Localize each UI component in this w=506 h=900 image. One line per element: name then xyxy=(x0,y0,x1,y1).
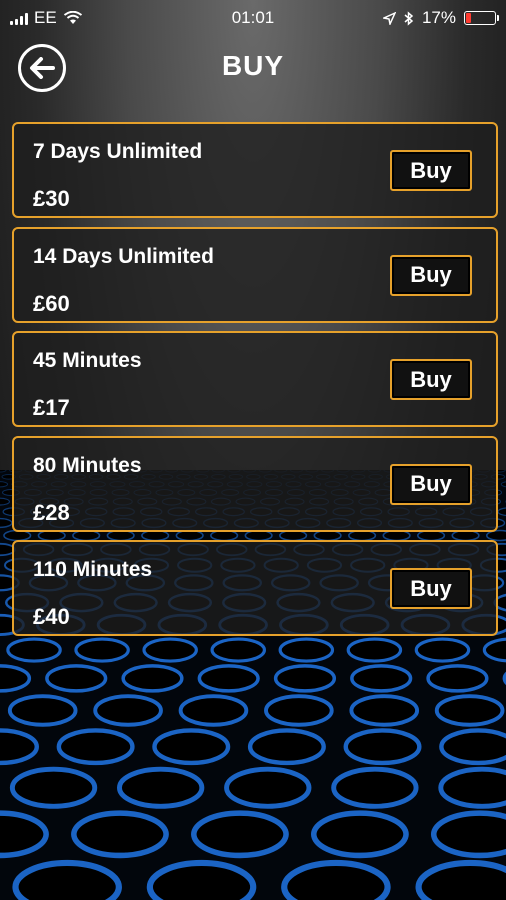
floor-cell xyxy=(121,664,184,693)
package-name: 110 Minutes xyxy=(33,558,153,581)
floor-cell xyxy=(0,481,9,488)
floor-cell xyxy=(247,728,326,766)
buy-button[interactable]: Buy xyxy=(390,359,472,400)
battery-icon xyxy=(464,11,499,25)
floor-cell xyxy=(0,497,11,506)
floor-cell xyxy=(438,766,506,809)
package-price: £17 xyxy=(33,395,70,420)
floor-cell xyxy=(350,664,413,693)
page-title: BUY xyxy=(221,50,285,81)
package-name: 80 Minutes xyxy=(33,453,142,477)
package-name: 45 Minutes xyxy=(33,349,142,372)
package-price: £30 xyxy=(33,186,70,211)
package-card: 14 Days Unlimited £60 Buy xyxy=(12,226,498,323)
package-card: 7 Days Unlimited £30 Buy xyxy=(12,122,498,218)
floor-cell xyxy=(7,694,78,727)
floor-cell xyxy=(56,728,135,766)
floor-cell xyxy=(500,481,506,488)
package-card: 80 Minutes £28 Buy xyxy=(12,435,498,532)
floor-cell xyxy=(273,664,337,693)
floor-cell xyxy=(178,694,249,727)
location-arrow-icon xyxy=(382,11,396,25)
floor-cell xyxy=(281,859,391,900)
package-card: 110 Minutes £40 Buy xyxy=(12,540,498,636)
floor-cell xyxy=(310,810,409,859)
package-price: £60 xyxy=(33,290,70,316)
buy-button[interactable]: Buy xyxy=(390,150,472,191)
floor-cell xyxy=(197,664,260,693)
floor-cell xyxy=(264,694,334,727)
package-price: £40 xyxy=(33,604,70,629)
floor-cell xyxy=(93,694,163,727)
floor-cell xyxy=(71,810,169,859)
floor-cell xyxy=(191,810,289,859)
floor-cell xyxy=(331,766,419,809)
floor-cell xyxy=(439,728,506,766)
floor-cell xyxy=(343,728,422,766)
status-bar: EE 01:01 17% xyxy=(0,0,506,34)
floor-cell xyxy=(116,766,205,809)
battery-percent: 17% xyxy=(421,8,456,27)
floor-cell xyxy=(152,728,231,766)
floor-cell xyxy=(146,859,257,900)
floor-cell xyxy=(12,859,122,900)
floor-cell xyxy=(430,810,506,859)
bluetooth-icon xyxy=(404,10,414,26)
buy-button[interactable]: Buy xyxy=(390,463,472,505)
battery-fill xyxy=(466,13,471,23)
floor-cell xyxy=(426,664,489,693)
floor-cell xyxy=(349,694,420,727)
package-price: £28 xyxy=(33,499,70,525)
floor-cell xyxy=(434,694,505,727)
package-name: 14 Days Unlimited xyxy=(33,244,214,268)
floor-cell xyxy=(224,766,312,809)
floor-cell xyxy=(415,859,506,900)
package-list: 7 Days Unlimited £30 Buy 14 Days Unlimit… xyxy=(12,122,498,645)
package-card: 45 Minutes £17 Buy xyxy=(12,331,498,427)
buy-button[interactable]: Buy xyxy=(390,568,472,609)
floor-cell xyxy=(45,664,108,693)
floor-cell xyxy=(0,470,7,473)
buy-button[interactable]: Buy xyxy=(390,254,472,296)
floor-cell xyxy=(0,517,13,529)
package-name: 7 Days Unlimited xyxy=(33,140,203,163)
floor-cell xyxy=(9,766,98,809)
